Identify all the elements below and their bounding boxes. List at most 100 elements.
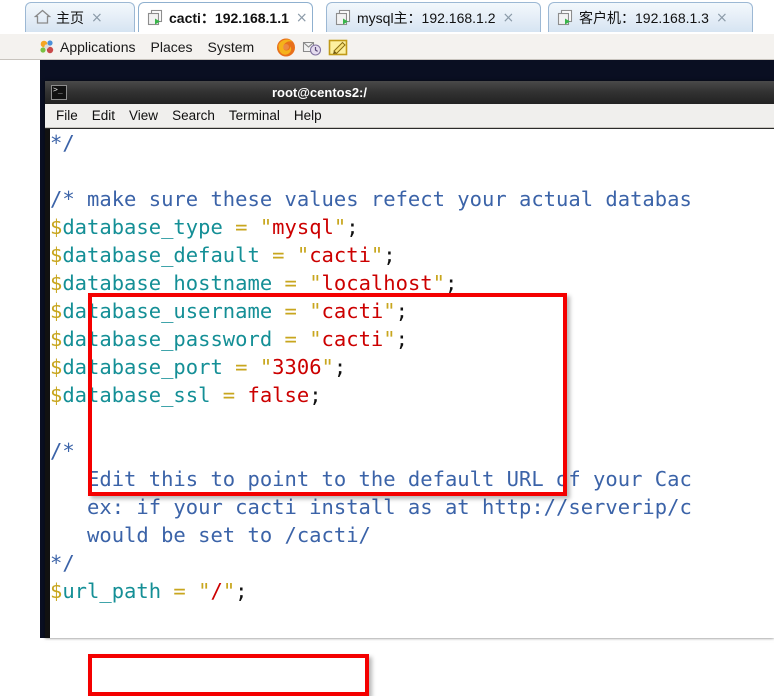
tab-close-icon[interactable]: × xyxy=(296,11,308,25)
code-operator: = xyxy=(272,327,310,351)
panel-menu-applications[interactable]: Applications xyxy=(60,40,136,54)
code-operator: = xyxy=(222,355,260,379)
code-comment: would be set to /cacti/ xyxy=(50,523,371,547)
code-line: */ xyxy=(50,129,774,157)
code-quote: " xyxy=(222,579,236,603)
code-semicolon: ; xyxy=(383,243,396,267)
panel-menu-system[interactable]: System xyxy=(208,40,255,54)
code-quote: " xyxy=(383,327,396,351)
code-comment: /* make sure these values refect your ac… xyxy=(50,187,692,211)
code-line: $url_path = "/"; xyxy=(50,577,774,605)
remote-desktop-icon xyxy=(147,9,164,27)
tab-close-icon[interactable]: × xyxy=(503,11,515,25)
code-line: $database_username = "cacti"; xyxy=(50,297,774,325)
browser-tab-label: mysql主：192.168.1.2 xyxy=(357,9,496,26)
terminal-menu-view[interactable]: View xyxy=(129,109,158,123)
code-variable: database_port xyxy=(62,355,223,379)
code-comment: ex: if your cacti install as at http://s… xyxy=(50,495,692,519)
code-line: $database_password = "cacti"; xyxy=(50,325,774,353)
terminal-menubar: File Edit View Search Terminal Help xyxy=(45,104,774,128)
terminal-window[interactable]: root@centos2:/ File Edit View Search Ter… xyxy=(45,81,774,696)
code-quote: " xyxy=(259,355,273,379)
code-comment xyxy=(50,159,62,183)
gnome-foot-icon xyxy=(38,38,56,56)
code-value: cacti xyxy=(321,299,384,323)
code-comment: Edit this to point to the default URL of… xyxy=(50,467,692,491)
code-value: cacti xyxy=(309,243,371,267)
text-editor-icon[interactable] xyxy=(327,36,349,58)
terminal-icon xyxy=(51,85,67,100)
code-value: localhost xyxy=(321,271,433,295)
code-value: false xyxy=(247,383,310,407)
browser-tab-home[interactable]: 主页 × xyxy=(25,2,135,32)
terminal-menu-file[interactable]: File xyxy=(56,109,78,123)
code-semicolon: ; xyxy=(444,271,458,295)
code-sigil: $ xyxy=(50,215,63,239)
code-line: ex: if your cacti install as at http://s… xyxy=(50,493,774,521)
browser-tab-mysql[interactable]: mysql主：192.168.1.2 × xyxy=(326,2,541,32)
code-variable: database_ssl xyxy=(62,383,211,407)
annotation-box-url-path xyxy=(88,654,369,696)
code-sigil: $ xyxy=(50,355,63,379)
code-variable: database_type xyxy=(62,215,223,239)
code-quote: " xyxy=(309,271,322,295)
remote-desktop-icon xyxy=(335,9,352,27)
code-comment xyxy=(50,411,62,435)
code-line: $database_default = "cacti"; xyxy=(50,241,774,269)
code-line: */ xyxy=(50,549,774,577)
code-quote: " xyxy=(198,579,211,603)
terminal-title: root@centos2:/ xyxy=(271,85,368,100)
code-line: would be set to /cacti/ xyxy=(50,521,774,549)
terminal-screen[interactable]: */ /* make sure these values refect your… xyxy=(45,129,774,638)
code-semicolon: ; xyxy=(333,355,347,379)
code-comment: */ xyxy=(50,551,75,575)
code-line: $database_hostname = "localhost"; xyxy=(50,269,774,297)
code-semicolon: ; xyxy=(395,327,408,351)
code-listing: */ /* make sure these values refect your… xyxy=(50,129,774,605)
code-operator: = xyxy=(259,243,297,267)
code-line: Edit this to point to the default URL of… xyxy=(50,465,774,493)
browser-tab-client[interactable]: 客户机：192.168.1.3 × xyxy=(548,2,753,32)
code-line xyxy=(50,157,774,185)
code-semicolon: ; xyxy=(309,383,322,407)
code-quote: " xyxy=(432,271,445,295)
browser-tab-label: 主页 xyxy=(56,9,84,26)
code-sigil: $ xyxy=(50,383,63,407)
code-sigil: $ xyxy=(50,299,63,323)
code-quote: " xyxy=(370,243,384,267)
panel-menu-places[interactable]: Places xyxy=(151,40,193,54)
terminal-titlebar[interactable]: root@centos2:/ xyxy=(45,81,774,104)
terminal-menu-search[interactable]: Search xyxy=(172,109,215,123)
code-variable: database_password xyxy=(62,327,273,351)
code-quote: " xyxy=(309,299,322,323)
code-quote: " xyxy=(296,243,310,267)
remote-desktop-icon xyxy=(557,9,574,27)
code-variable: url_path xyxy=(62,579,162,603)
code-operator: = xyxy=(272,299,310,323)
code-line: /* xyxy=(50,437,774,465)
browser-tab-label: cacti：192.168.1.1 xyxy=(169,9,289,26)
terminal-left-gutter xyxy=(45,129,50,638)
code-quote: " xyxy=(259,215,273,239)
code-quote: " xyxy=(321,355,334,379)
tab-close-icon[interactable]: × xyxy=(91,11,103,25)
browser-tab-label: 客户机：192.168.1.3 xyxy=(579,9,709,26)
code-operator: = xyxy=(161,579,199,603)
terminal-menu-edit[interactable]: Edit xyxy=(92,109,115,123)
code-operator: = xyxy=(222,215,260,239)
evolution-mail-icon[interactable] xyxy=(301,36,323,58)
terminal-menu-terminal[interactable]: Terminal xyxy=(229,109,280,123)
code-sigil: $ xyxy=(50,271,63,295)
gnome-panel: Applications Places System xyxy=(0,34,774,60)
tab-close-icon[interactable]: × xyxy=(716,11,728,25)
code-sigil: $ xyxy=(50,327,63,351)
terminal-menu-help[interactable]: Help xyxy=(294,109,322,123)
code-line: $database_type = "mysql"; xyxy=(50,213,774,241)
code-value: 3306 xyxy=(272,355,322,379)
firefox-icon[interactable] xyxy=(275,36,297,58)
browser-tab-strip: 主页 × cacti：192.168.1.1 × mysql主：192.168.… xyxy=(0,0,774,35)
code-variable: database_default xyxy=(62,243,260,267)
code-line: $database_ssl = false; xyxy=(50,381,774,409)
code-line: $database_port = "3306"; xyxy=(50,353,774,381)
browser-tab-cacti[interactable]: cacti：192.168.1.1 × xyxy=(138,2,313,32)
